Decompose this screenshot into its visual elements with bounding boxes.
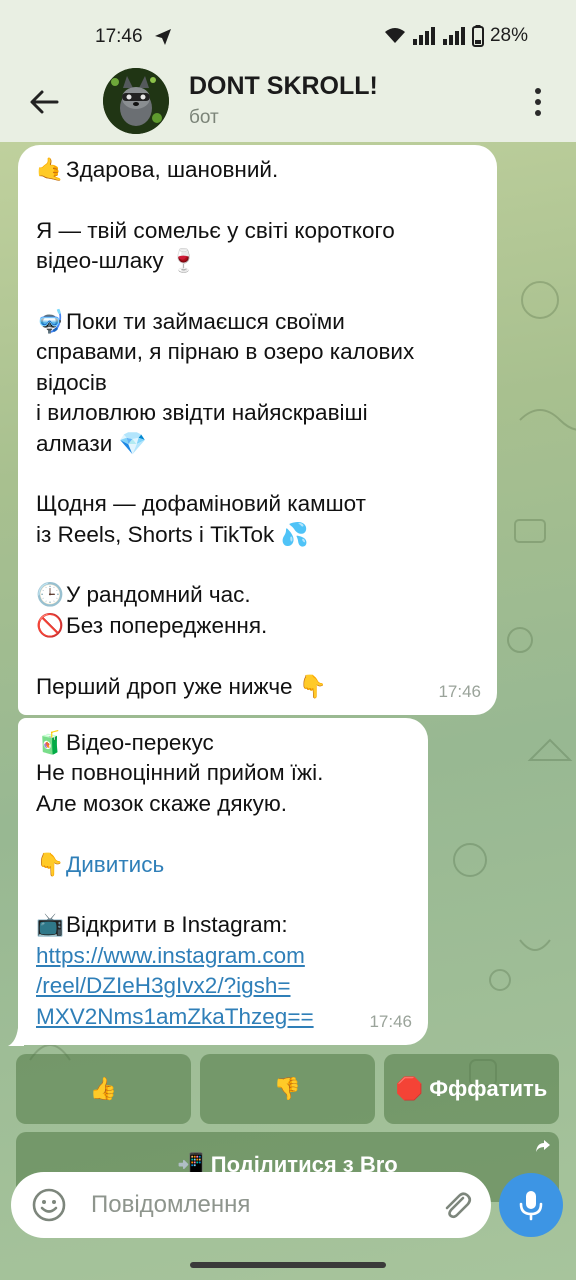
message-line <box>36 277 479 307</box>
chat-header: DONT SKROLL! бот <box>0 60 576 142</box>
message-line: із Reels, Shorts і TikTok 💦 <box>36 520 479 550</box>
message-line <box>36 459 479 489</box>
message-composer <box>11 1172 491 1238</box>
message-line <box>36 185 479 215</box>
message-line: відео-шлаку 🍷 <box>36 246 479 276</box>
message-line: 🤿Поки ти займаєшся своїми <box>36 307 479 337</box>
message-line: справами, я пірнаю в озеро калових <box>36 337 479 367</box>
point-down-emoji: 👇 <box>36 851 65 877</box>
message-time: 17:46 <box>369 1011 412 1031</box>
watch-link[interactable]: Дивитись <box>66 852 164 877</box>
message-line: 📺Відкрити в Instagram: <box>36 910 410 940</box>
microphone-icon <box>519 1191 543 1221</box>
message-line-text: Щодня — дофаміновий камшот <box>36 491 366 517</box>
message-line: алмази 💎 <box>36 429 479 459</box>
message-line-text: із Reels, Shorts і TikTok 💦 <box>36 521 309 547</box>
message-line-text: Я — твій сомельє у світі короткого <box>36 217 395 243</box>
more-vert-icon[interactable] <box>520 82 556 122</box>
message-line-text: відосів <box>36 369 107 395</box>
send-icon <box>155 29 171 45</box>
message-line: і виловлюю звідти найяскравіші <box>36 398 479 428</box>
juice-emoji: 🧃 <box>36 730 65 755</box>
message-line: 🧃Відео-перекус <box>36 728 410 758</box>
line-emoji: 🚫 <box>36 612 65 638</box>
instagram-url-part[interactable]: MXV2Nms1amZkaThzeg== <box>36 1004 314 1029</box>
tv-emoji: 📺 <box>36 912 65 938</box>
message-line <box>36 641 479 671</box>
chat-title[interactable]: DONT SKROLL! <box>189 72 378 101</box>
back-button[interactable] <box>22 80 66 124</box>
instagram-url[interactable]: https://www.instagram.com <box>36 941 410 971</box>
message-line: Я — твій сомельє у світі короткого <box>36 216 479 246</box>
battery-percent: 28% <box>489 25 528 46</box>
line-emoji: 🤙 <box>36 157 65 182</box>
signal-icon <box>442 27 465 45</box>
instagram-url[interactable]: /reel/DZIeH3gIvx2/?igsh= <box>36 971 410 1001</box>
wifi-icon <box>384 28 405 43</box>
mic-button[interactable] <box>499 1173 563 1237</box>
message-input[interactable] <box>91 1188 421 1222</box>
message-line-text: Поки ти займаєшся своїми <box>66 308 345 334</box>
message-time: 17:46 <box>438 681 481 701</box>
message-line <box>36 550 479 580</box>
chat-subtitle: бот <box>189 107 219 128</box>
message-line: 👇Дивитись <box>36 850 410 880</box>
back-arrow-icon <box>30 90 59 114</box>
status-icons: 28% <box>384 24 528 48</box>
message-line: Щодня — дофаміновий камшот <box>36 489 479 519</box>
stop-button[interactable]: 🛑 Фффатить <box>384 1054 559 1124</box>
message-line-text: Відео-перекус <box>66 730 214 755</box>
paperclip-icon[interactable] <box>439 1188 475 1224</box>
message-line: 🚫Без попередження. <box>36 611 479 641</box>
message-line-text: У рандомний час. <box>66 582 251 608</box>
avatar[interactable] <box>103 68 169 134</box>
message-line-text: Без попередження. <box>66 612 268 638</box>
message-line: Перший дроп уже нижче 👇 <box>36 672 479 702</box>
bubble-tail <box>8 1028 24 1046</box>
line-emoji: 🤿 <box>36 308 65 334</box>
message-line-text: справами, я пірнаю в озеро калових <box>36 339 415 365</box>
instagram-url[interactable]: MXV2Nms1amZkaThzeg== <box>36 1002 410 1032</box>
instagram-url-part[interactable]: /reel/DZIeH3gIvx2/?igsh= <box>36 973 291 998</box>
message-line-text: Здарова, шановний. <box>66 157 279 182</box>
status-time: 17:46 <box>95 26 143 47</box>
message-line: 🤙Здарова, шановний. <box>36 155 479 185</box>
message-bubble[interactable]: 🧃Відео-перекус Не повноцінний прийом їжі… <box>18 718 428 1045</box>
message-line: 🕒У рандомний час. <box>36 580 479 610</box>
home-indicator <box>190 1262 386 1268</box>
message-text: 🤙Здарова, шановний. Я — твій сомельє у св… <box>36 155 479 702</box>
message-line: Але мозок скаже дякую. <box>36 790 288 816</box>
like-button[interactable]: 👍 <box>16 1054 191 1124</box>
dislike-button[interactable]: 👎 <box>200 1054 375 1124</box>
signal-icon <box>412 27 435 45</box>
message-bubble[interactable]: 🤙Здарова, шановний. Я — твій сомельє у св… <box>18 145 497 715</box>
battery-icon <box>471 25 484 47</box>
share-arrow-icon <box>536 1140 550 1152</box>
message-line-text: відео-шлаку 🍷 <box>36 248 198 274</box>
message-line-text: алмази 💎 <box>36 430 147 456</box>
message-line-text: і виловлюю звідти найяскравіші <box>36 400 368 426</box>
message-line: відосів <box>36 368 479 398</box>
instagram-url-part[interactable]: https://www.instagram.com <box>36 943 305 968</box>
raccoon-avatar-icon <box>103 68 169 134</box>
message-line-text: Перший дроп уже нижче 👇 <box>36 673 327 699</box>
line-emoji: 🕒 <box>36 582 65 608</box>
message-line: Не повноцінний прийом їжі. <box>36 760 324 786</box>
open-instagram-label: Відкрити в Instagram: <box>66 912 288 938</box>
emoji-smile-icon[interactable] <box>31 1187 67 1223</box>
